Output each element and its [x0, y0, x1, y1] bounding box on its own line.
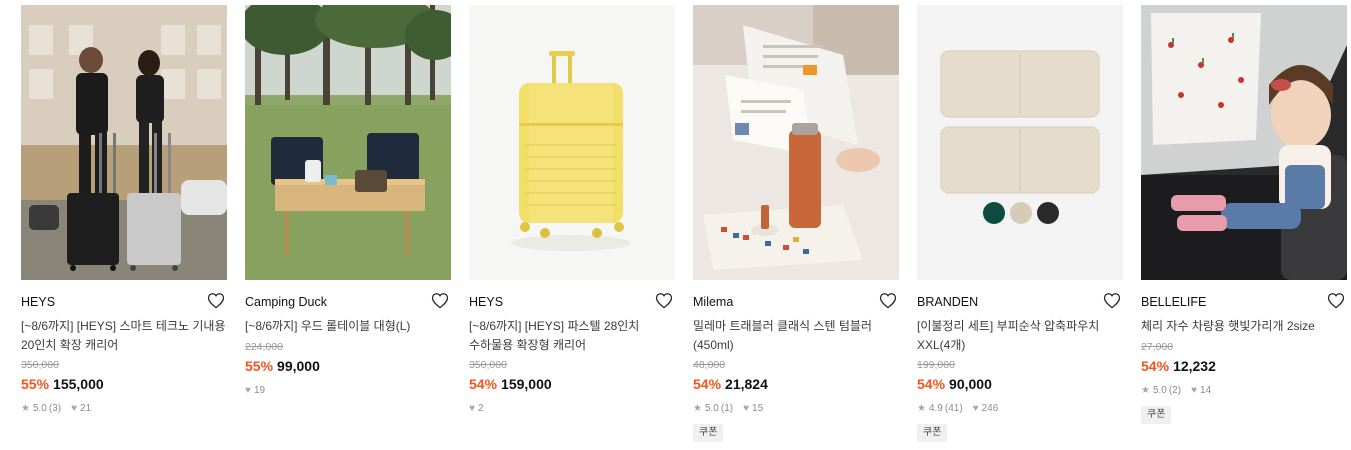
wishlist-heart-icon[interactable] [879, 292, 899, 310]
sale-price: 159,000 [501, 376, 552, 392]
wishlist-heart-icon[interactable] [431, 292, 451, 310]
wishlist-heart-icon[interactable] [655, 292, 675, 310]
product-image[interactable] [693, 5, 899, 280]
brand-name[interactable]: BRANDEN [917, 293, 1123, 311]
like-count: 21 [80, 403, 92, 414]
product-image[interactable] [469, 5, 675, 280]
review-count: (2) [1168, 384, 1182, 396]
product-title[interactable]: [~8/6까지] [HEYS] 스마트 테크노 기내용 20인치 확장 캐리어 [21, 317, 227, 354]
discount-rate: 54% [1141, 357, 1170, 374]
product-card[interactable]: Camping Duck [~8/6까지] 우드 롤테이블 대형(L) 224,… [245, 5, 451, 397]
original-price: 27,000 [1141, 340, 1174, 353]
heart-filled-icon: ♥ [71, 403, 78, 414]
sale-price: 21,824 [725, 376, 768, 392]
like-count: 246 [981, 403, 999, 414]
product-meta: ♥ 19 [245, 384, 451, 397]
coupon-badge: 쿠폰 [1141, 405, 1172, 424]
product-title[interactable]: [~8/6까지] 우드 롤테이블 대형(L) [245, 317, 451, 336]
discount-rate: 54% [693, 376, 722, 392]
discount-rate: 54% [469, 376, 498, 392]
product-image[interactable] [245, 5, 451, 280]
price-row: 54% 21,824 [693, 375, 899, 393]
product-meta: ★ 5.0 (2) ♥ 14 [1141, 384, 1347, 397]
brand-name[interactable]: HEYS [21, 293, 227, 311]
brand-name[interactable]: Camping Duck [245, 293, 451, 311]
original-price: 224,000 [245, 340, 283, 353]
price-row: 54% 90,000 [917, 375, 1123, 393]
sale-price: 99,000 [277, 357, 320, 374]
original-price: 350,000 [21, 359, 59, 371]
review-count: (3) [48, 403, 62, 414]
star-icon: ★ [1141, 384, 1150, 396]
like-count: 2 [477, 403, 484, 414]
brand-name[interactable]: BELLELIFE [1141, 293, 1347, 311]
coupon-badge: 쿠폰 [693, 424, 724, 442]
price-row: 55% 155,000 [21, 375, 227, 393]
product-meta: ★ 5.0 (3) ♥ 21 [21, 402, 227, 415]
heart-filled-icon: ♥ [972, 403, 979, 414]
like-count: 19 [253, 384, 266, 396]
product-card[interactable]: BELLELIFE 체리 자수 차량용 햇빛가리개 2size 27,000 5… [1141, 5, 1347, 424]
wishlist-heart-icon[interactable] [1103, 292, 1123, 310]
product-image[interactable] [21, 5, 227, 280]
review-count: (41) [944, 403, 963, 414]
product-card[interactable]: Milema 밀레마 트래블러 클래식 스텐 텀블러 (450ml) 48,00… [693, 5, 899, 442]
product-title[interactable]: 체리 자수 차량용 햇빛가리개 2size [1141, 317, 1347, 336]
brand-name[interactable]: HEYS [469, 293, 675, 311]
original-price: 350,000 [469, 359, 507, 371]
product-meta: ♥ 2 [469, 402, 675, 415]
star-icon: ★ [693, 403, 702, 414]
sale-price: 90,000 [949, 376, 992, 392]
sale-price: 12,232 [1173, 357, 1216, 374]
product-grid: HEYS [~8/6까지] [HEYS] 스마트 테크노 기내용 20인치 확장… [21, 5, 1347, 450]
product-title[interactable]: 밀레마 트래블러 클래식 스텐 텀블러 (450ml) [693, 317, 899, 354]
heart-filled-icon: ♥ [743, 403, 750, 414]
product-card[interactable]: BRANDEN [이불정리 세트] 부피순삭 압축파우치 XXL(4개) 199… [917, 5, 1123, 442]
product-meta: ★ 4.9 (41) ♥ 246 [917, 402, 1123, 415]
review-count: (1) [720, 403, 734, 414]
coupon-badge: 쿠폰 [917, 424, 948, 442]
original-price: 48,000 [693, 359, 726, 371]
discount-rate: 54% [917, 376, 946, 392]
product-title[interactable]: [이불정리 세트] 부피순삭 압축파우치 XXL(4개) [917, 317, 1123, 354]
discount-rate: 55% [245, 357, 274, 374]
heart-filled-icon: ♥ [469, 403, 475, 414]
like-count: 14 [1200, 384, 1212, 396]
product-meta: ★ 5.0 (1) ♥ 15 [693, 402, 899, 415]
star-icon: ★ [21, 403, 30, 414]
price-row: 54% 12,232 [1141, 357, 1347, 375]
star-icon: ★ [917, 403, 926, 414]
wishlist-heart-icon[interactable] [1327, 292, 1347, 310]
product-image[interactable] [1141, 5, 1347, 280]
rating-value: 5.0 [704, 403, 719, 414]
product-card[interactable]: HEYS [~8/6까지] [HEYS] 파스텔 28인치 수하물용 확장형 캐… [469, 5, 675, 415]
wishlist-heart-icon[interactable] [207, 292, 227, 310]
like-count: 15 [752, 403, 764, 414]
rating-value: 5.0 [1152, 384, 1167, 396]
heart-filled-icon: ♥ [245, 384, 251, 396]
product-card[interactable]: HEYS [~8/6까지] [HEYS] 스마트 테크노 기내용 20인치 확장… [21, 5, 227, 415]
price-row: 55% 99,000 [245, 357, 451, 375]
price-row: 54% 159,000 [469, 375, 675, 393]
brand-name[interactable]: Milema [693, 293, 899, 311]
rating-value: 4.9 [928, 403, 943, 414]
sale-price: 155,000 [53, 376, 104, 392]
heart-filled-icon: ♥ [1191, 384, 1198, 396]
discount-rate: 55% [21, 376, 50, 392]
product-image[interactable] [917, 5, 1123, 280]
rating-value: 5.0 [32, 403, 47, 414]
original-price: 199,000 [917, 359, 955, 371]
product-title[interactable]: [~8/6까지] [HEYS] 파스텔 28인치 수하물용 확장형 캐리어 [469, 317, 675, 354]
